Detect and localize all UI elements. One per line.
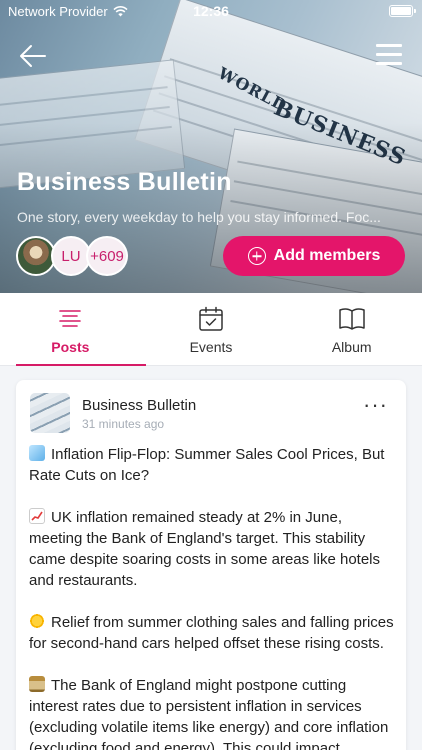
open-book-icon bbox=[338, 308, 365, 330]
post-paragraph: The Bank of England might postpone cutti… bbox=[29, 675, 395, 750]
add-members-label: Add members bbox=[273, 247, 381, 264]
post-paragraph: Relief from summer clothing sales and fa… bbox=[29, 612, 395, 654]
status-bar: Network Provider 12:36 bbox=[0, 0, 422, 22]
tab-label: Album bbox=[331, 339, 372, 355]
member-avatar-initials[interactable]: LU bbox=[51, 236, 91, 276]
plus-circle-icon bbox=[247, 247, 266, 265]
tab-album[interactable]: Album bbox=[281, 293, 422, 365]
group-title: Business Bulletin bbox=[17, 168, 232, 196]
post-card[interactable]: Business Bulletin 31 minutes ago ··· Inf… bbox=[16, 380, 406, 750]
tab-posts[interactable]: Posts bbox=[0, 293, 146, 366]
post-paragraph: Inflation Flip-Flop: Summer Sales Cool P… bbox=[29, 444, 395, 486]
group-description[interactable]: One story, every weekday to help you sta… bbox=[17, 209, 407, 225]
member-avatar-photo[interactable] bbox=[16, 236, 56, 276]
tab-bar: Posts Events Album bbox=[0, 293, 422, 366]
back-button[interactable] bbox=[18, 42, 48, 70]
post-author-avatar[interactable] bbox=[30, 393, 70, 433]
arrow-left-icon bbox=[20, 45, 46, 67]
paragraph-text: Relief from summer clothing sales and fa… bbox=[29, 614, 394, 652]
chart-increasing-icon bbox=[29, 508, 45, 524]
ice-cube-icon bbox=[29, 445, 45, 461]
post-paragraph: UK inflation remained steady at 2% in Ju… bbox=[29, 507, 395, 591]
more-options-button[interactable]: ··· bbox=[363, 394, 388, 416]
add-members-button[interactable]: Add members bbox=[223, 236, 405, 276]
post-timestamp: 31 minutes ago bbox=[82, 417, 165, 431]
sun-icon bbox=[29, 613, 45, 629]
post-body: Inflation Flip-Flop: Summer Sales Cool P… bbox=[29, 444, 395, 750]
hamburger-icon bbox=[376, 44, 402, 47]
menu-button[interactable] bbox=[376, 44, 402, 66]
calendar-check-icon bbox=[199, 306, 223, 331]
tab-label: Events bbox=[189, 339, 233, 355]
tab-label: Posts bbox=[51, 339, 90, 355]
tab-events[interactable]: Events bbox=[141, 293, 282, 365]
clock: 12:36 bbox=[193, 3, 229, 19]
paragraph-text: UK inflation remained steady at 2% in Ju… bbox=[29, 509, 381, 589]
battery-icon bbox=[389, 5, 416, 17]
post-author-name[interactable]: Business Bulletin bbox=[82, 397, 196, 414]
bank-icon bbox=[29, 676, 45, 692]
member-count-badge[interactable]: +609 bbox=[86, 236, 128, 276]
paragraph-text: Inflation Flip-Flop: Summer Sales Cool P… bbox=[29, 446, 385, 484]
paragraph-text: The Bank of England might postpone cutti… bbox=[29, 677, 389, 750]
active-tab-indicator bbox=[16, 364, 146, 366]
list-lines-icon bbox=[59, 310, 82, 327]
ellipsis-icon: ··· bbox=[363, 392, 388, 417]
